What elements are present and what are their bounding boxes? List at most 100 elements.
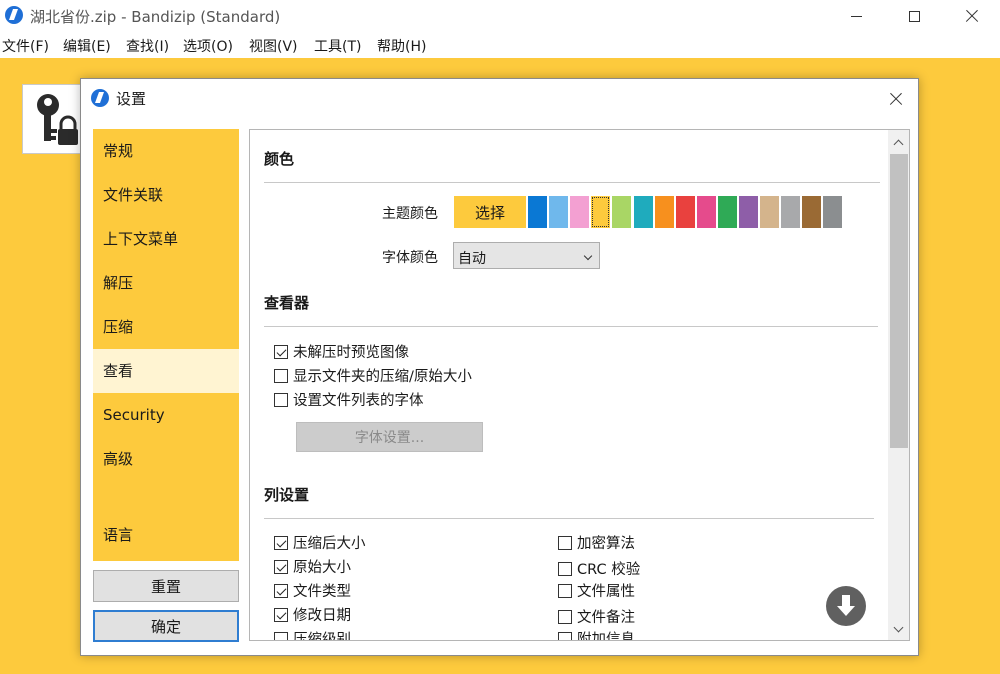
checkbox-unchecked-icon[interactable] [558,535,572,550]
close-icon [965,9,979,23]
dialog-close-button[interactable] [883,87,909,111]
checkbox-option[interactable]: 修改日期 [274,604,351,625]
checkbox-label: 压缩后大小 [293,536,366,552]
theme-color-swatch[interactable] [570,196,590,228]
window-title: 湖北省份.zip - Bandizip (Standard) [30,8,281,26]
menu-help[interactable]: 帮助(H) [377,36,426,56]
theme-color-swatch[interactable] [781,196,801,228]
checkbox-label: CRC 校验 [577,562,641,578]
checkbox-option[interactable]: 文件备注 [558,606,635,627]
menu-bar: 文件(F) 编辑(E) 查找(I) 选项(O) 视图(V) 工具(T) 帮助(H… [0,32,1000,58]
section-title-color: 颜色 [264,150,295,168]
nav-compress[interactable]: 压缩 [93,305,239,349]
checkbox-option[interactable]: 压缩后大小 [274,532,366,553]
section-title-viewer: 查看器 [264,294,310,312]
checkbox-label: 文件属性 [577,584,635,600]
theme-color-swatch[interactable] [654,196,674,228]
minimize-button[interactable] [826,0,886,32]
title-bar: 湖北省份.zip - Bandizip (Standard) [0,0,1000,32]
checkbox-unchecked-icon[interactable] [274,392,288,407]
checkbox-option[interactable]: 压缩级别 [274,628,351,641]
nav-file-association[interactable]: 文件关联 [93,173,239,217]
checkbox-label: 设置文件列表的字体 [293,393,424,409]
menu-tools[interactable]: 工具(T) [314,36,361,56]
checkbox-option[interactable]: CRC 校验 [558,558,640,579]
section-title-columns: 列设置 [264,486,310,504]
font-color-value: 自动 [458,251,486,267]
nav-language[interactable]: 语言 [93,513,239,557]
theme-color-swatch[interactable] [612,196,632,228]
theme-color-swatch[interactable] [528,196,547,228]
scroll-up-arrow-icon[interactable] [893,139,904,150]
checkbox-unchecked-icon[interactable] [274,368,288,383]
nav-advanced[interactable]: 高级 [93,437,239,481]
checkbox-checked-icon[interactable] [274,607,288,622]
checkbox-option[interactable]: 文件类型 [274,580,351,601]
theme-color-swatch[interactable] [739,196,758,228]
nav-general[interactable]: 常规 [93,129,239,173]
theme-color-swatch[interactable] [591,196,611,228]
checkbox-checked-icon[interactable] [274,535,288,550]
theme-color-swatch[interactable] [760,196,780,228]
nav-extract[interactable]: 解压 [93,261,239,305]
menu-find[interactable]: 查找(I) [126,36,169,56]
close-window-button[interactable] [942,0,1000,32]
settings-sidebar: 常规 文件关联 上下文菜单 解压 压缩 查看 Security 高级 语言 [93,129,239,561]
divider [264,326,878,327]
theme-color-swatch[interactable] [717,196,737,228]
menu-edit[interactable]: 编辑(E) [63,36,111,56]
checkbox-label: 压缩级别 [293,632,351,641]
menu-options[interactable]: 选项(O) [183,36,233,56]
checkbox-option[interactable]: 文件属性 [558,580,635,601]
nav-context-menu[interactable]: 上下文菜单 [93,217,239,261]
menu-file[interactable]: 文件(F) [2,36,49,56]
checkbox-label: 加密算法 [577,536,635,552]
font-color-dropdown[interactable]: 自动 [453,242,600,269]
checkbox-option[interactable]: 原始大小 [274,556,351,577]
checkbox-label: 文件类型 [293,584,351,600]
divider [264,182,880,183]
checkbox-label: 原始大小 [293,560,351,576]
checkbox-unchecked-icon[interactable] [274,631,288,640]
menu-view[interactable]: 视图(V) [249,36,298,56]
ok-button[interactable]: 确定 [93,610,239,642]
checkbox-unchecked-icon[interactable] [558,583,572,598]
checkbox-checked-icon[interactable] [274,559,288,574]
checkbox-label: 显示文件夹的压缩/原始大小 [293,369,472,385]
minimize-icon [850,15,862,17]
nav-security[interactable]: Security [93,393,239,437]
settings-panel: 颜色 主题颜色 选择 字体颜色 自动 查看器 未解压时预览图像 显示文件夹的压缩/… [249,129,910,641]
checkbox-option[interactable]: 显示文件夹的压缩/原始大小 [274,365,472,386]
font-color-label: 字体颜色 [382,250,438,266]
dialog-title: 设置 [116,90,147,108]
nav-view[interactable]: 查看 [93,349,239,393]
theme-color-swatch[interactable] [633,196,653,228]
checkbox-checked-icon[interactable] [274,344,288,359]
scroll-down-arrow-icon[interactable] [826,586,866,626]
maximize-button[interactable] [884,0,944,32]
checkbox-unchecked-icon[interactable] [558,561,572,576]
checkbox-unchecked-icon[interactable] [558,609,572,624]
maximize-icon [908,10,920,22]
theme-color-swatch[interactable] [696,196,716,228]
scroll-down-chevron-icon[interactable] [893,622,904,633]
checkbox-label: 修改日期 [293,608,351,624]
checkbox-checked-icon[interactable] [274,583,288,598]
checkbox-option[interactable]: 设置文件列表的字体 [274,389,424,410]
checkbox-label: 附加信息 [577,632,635,641]
theme-color-swatch[interactable] [675,196,695,228]
checkbox-option[interactable]: 加密算法 [558,532,635,553]
panel-scrollbar[interactable] [888,130,909,640]
chevron-down-icon [583,251,593,261]
theme-color-swatch[interactable] [549,196,569,228]
scrollbar-thumb[interactable] [890,154,908,448]
theme-color-swatch[interactable] [823,196,843,228]
theme-color-select-button[interactable]: 选择 [454,196,526,228]
theme-color-swatch[interactable] [802,196,822,228]
checkbox-label: 未解压时预览图像 [293,345,409,361]
reset-button[interactable]: 重置 [93,570,239,602]
font-settings-button[interactable]: 字体设置... [296,422,483,452]
checkbox-option[interactable]: 附加信息 [558,628,635,641]
checkbox-option[interactable]: 未解压时预览图像 [274,341,409,362]
checkbox-unchecked-icon[interactable] [558,631,572,640]
